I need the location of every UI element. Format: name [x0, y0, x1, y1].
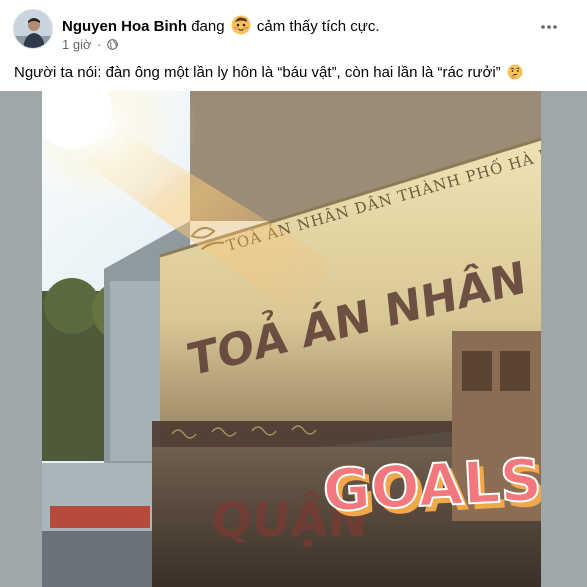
post-caption: Người ta nói: đàn ông một lần ly hôn là …	[14, 63, 577, 83]
post-media: TOÀ ÁN NHÂN DÂN THÀNH PHỐ HÀ NỘI TOẢ ÁN …	[0, 91, 587, 587]
author-avatar[interactable]	[13, 9, 53, 49]
thinking-face-icon	[507, 64, 523, 80]
avatar-image	[14, 10, 52, 48]
feeling-prefix: đang	[191, 18, 225, 35]
author-line: Nguyen Hoa Binh đang cảm thấy tích cực.	[62, 15, 379, 36]
more-options-button[interactable]	[535, 13, 563, 41]
author-name[interactable]: Nguyen Hoa Binh	[62, 18, 187, 35]
globe-icon[interactable]	[107, 39, 118, 50]
facebook-post: Nguyen Hoa Binh đang cảm thấy tích cực. …	[0, 0, 587, 587]
more-dots-icon	[541, 25, 557, 29]
sticker-text: GOALS	[321, 446, 541, 525]
post-photo[interactable]: TOÀ ÁN NHÂN DÂN THÀNH PHỐ HÀ NỘI TOẢ ÁN …	[42, 91, 541, 587]
meta-separator: ·	[97, 37, 102, 52]
post-header: Nguyen Hoa Binh đang cảm thấy tích cực. …	[13, 9, 587, 53]
feeling-text: cảm thấy tích cực.	[256, 18, 380, 35]
post-timestamp[interactable]: 1 giờ	[62, 37, 92, 52]
goals-sticker: GOALS GOALS	[320, 445, 541, 531]
caption-text: Người ta nói: đàn ông một lần ly hôn là …	[14, 64, 501, 81]
post-meta: 1 giờ ·	[62, 37, 118, 53]
courthouse-photo: TOÀ ÁN NHÂN DÂN THÀNH PHỐ HÀ NỘI TOẢ ÁN …	[42, 91, 541, 587]
blushing-face-icon	[231, 15, 251, 35]
